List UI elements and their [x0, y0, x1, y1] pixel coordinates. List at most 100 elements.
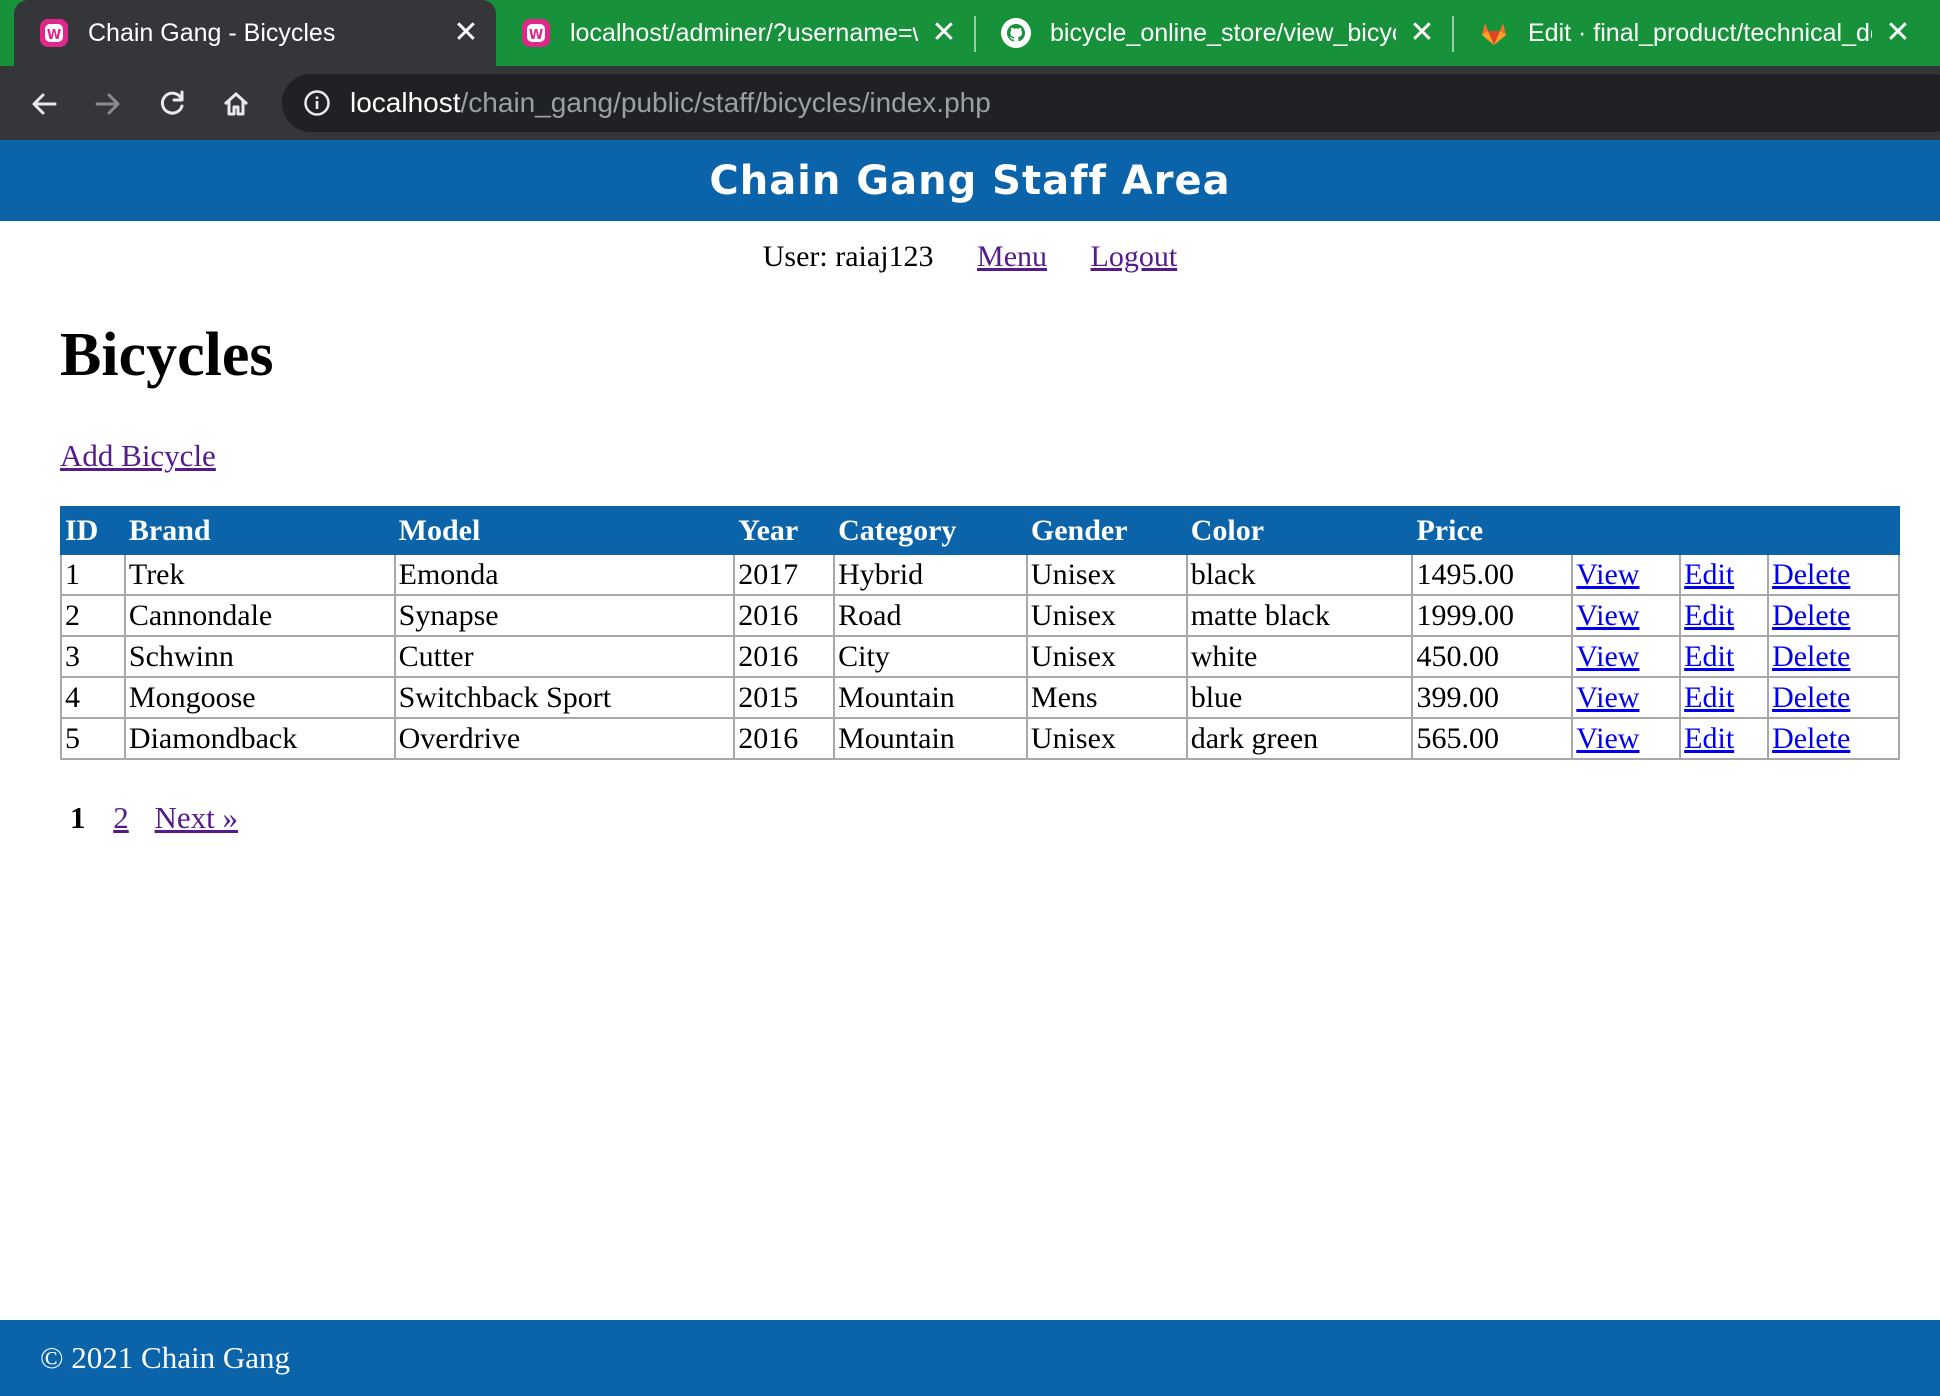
site-header: Chain Gang Staff Area: [0, 140, 1940, 221]
cell-brand: Mongoose: [123, 676, 396, 719]
cell-year: 2017: [733, 553, 836, 596]
cell-id: 2: [60, 594, 126, 637]
view-link[interactable]: View: [1576, 599, 1639, 632]
table-row: 2 Cannondale Synapse 2016 Road Unisex ma…: [60, 594, 1900, 637]
cell-color: black: [1185, 553, 1414, 596]
tab-title: Edit · final_product/technical_doc: [1528, 18, 1872, 47]
column-header-model: Model: [393, 506, 736, 555]
wamp-icon: W: [520, 17, 552, 49]
column-header-color: Color: [1185, 506, 1414, 555]
tab-title: localhost/adminer/?username=w: [570, 18, 918, 47]
cell-price: 565.00: [1411, 717, 1574, 760]
cell-price: 399.00: [1411, 676, 1574, 719]
edit-link[interactable]: Edit: [1684, 599, 1734, 632]
cell-gender: Unisex: [1025, 553, 1188, 596]
bicycles-table: ID Brand Model Year Category Gender Colo…: [60, 506, 1900, 760]
column-header-view: [1571, 506, 1682, 555]
add-bicycle-link[interactable]: Add Bicycle: [60, 438, 216, 474]
forward-arrow-icon[interactable]: [86, 82, 130, 126]
footer-copyright: © 2021 Chain Gang: [40, 1340, 290, 1375]
view-link[interactable]: View: [1576, 558, 1639, 591]
pagination-page-2[interactable]: 2: [113, 800, 129, 835]
cell-delete: Delete: [1767, 553, 1900, 596]
cell-model: Synapse: [393, 594, 736, 637]
cell-view: View: [1571, 717, 1682, 760]
column-header-year: Year: [733, 506, 836, 555]
delete-link[interactable]: Delete: [1772, 681, 1850, 714]
back-arrow-icon[interactable]: [22, 82, 66, 126]
column-header-category: Category: [833, 506, 1028, 555]
reload-icon[interactable]: [150, 82, 194, 126]
cell-year: 2016: [733, 594, 836, 637]
cell-category: Road: [833, 594, 1028, 637]
cell-id: 1: [60, 553, 126, 596]
edit-link[interactable]: Edit: [1684, 681, 1734, 714]
view-link[interactable]: View: [1576, 681, 1639, 714]
column-header-delete: [1767, 506, 1900, 555]
home-icon[interactable]: [214, 82, 258, 126]
close-icon[interactable]: ✕: [1884, 18, 1912, 48]
cell-category: Mountain: [833, 717, 1028, 760]
browser-toolbar: localhost/chain_gang/public/staff/bicycl…: [0, 66, 1940, 140]
cell-price: 1495.00: [1411, 553, 1574, 596]
address-bar[interactable]: localhost/chain_gang/public/staff/bicycl…: [282, 74, 1940, 132]
cell-year: 2016: [733, 635, 836, 678]
delete-link[interactable]: Delete: [1772, 640, 1850, 673]
cell-color: matte black: [1185, 594, 1414, 637]
url-host: localhost: [350, 87, 461, 118]
column-header-gender: Gender: [1025, 506, 1188, 555]
menu-link[interactable]: Menu: [977, 240, 1047, 273]
cell-edit: Edit: [1679, 594, 1770, 637]
delete-link[interactable]: Delete: [1772, 558, 1850, 591]
column-header-brand: Brand: [123, 506, 396, 555]
tab-gitlab[interactable]: Edit · final_product/technical_doc ✕: [1454, 0, 1928, 66]
cell-price: 450.00: [1411, 635, 1574, 678]
cell-model: Emonda: [393, 553, 736, 596]
edit-link[interactable]: Edit: [1684, 558, 1734, 591]
delete-link[interactable]: Delete: [1772, 722, 1850, 755]
tab-adminer[interactable]: W localhost/adminer/?username=w ✕: [496, 0, 974, 66]
table-row: 1 Trek Emonda 2017 Hybrid Unisex black 1…: [60, 553, 1900, 596]
cell-edit: Edit: [1679, 676, 1770, 719]
cell-edit: Edit: [1679, 717, 1770, 760]
cell-brand: Schwinn: [123, 635, 396, 678]
url-path: /chain_gang/public/staff/bicycles/index.…: [460, 87, 991, 118]
page-title: Bicycles: [60, 321, 274, 389]
cell-year: 2016: [733, 717, 836, 760]
browser-tab-strip: W Chain Gang - Bicycles ✕ W localhost/ad…: [0, 0, 1940, 66]
cell-gender: Mens: [1025, 676, 1188, 719]
svg-text:W: W: [47, 28, 61, 43]
delete-link[interactable]: Delete: [1772, 599, 1850, 632]
cell-view: View: [1571, 676, 1682, 719]
tab-title: Chain Gang - Bicycles: [88, 18, 336, 47]
cell-gender: Unisex: [1025, 635, 1188, 678]
wamp-icon: W: [38, 17, 70, 49]
close-icon[interactable]: ✕: [452, 18, 480, 48]
close-icon[interactable]: ✕: [1408, 18, 1436, 48]
cell-gender: Unisex: [1025, 717, 1188, 760]
view-link[interactable]: View: [1576, 722, 1639, 755]
edit-link[interactable]: Edit: [1684, 640, 1734, 673]
close-icon[interactable]: ✕: [930, 18, 958, 48]
tab-chain-gang-bicycles[interactable]: W Chain Gang - Bicycles ✕: [14, 0, 496, 66]
cell-color: dark green: [1185, 717, 1414, 760]
edit-link[interactable]: Edit: [1684, 722, 1734, 755]
cell-delete: Delete: [1767, 635, 1900, 678]
cell-price: 1999.00: [1411, 594, 1574, 637]
cell-model: Cutter: [393, 635, 736, 678]
view-link[interactable]: View: [1576, 640, 1639, 673]
pagination-current-page: 1: [70, 800, 86, 835]
site-title: Chain Gang Staff Area: [709, 157, 1231, 204]
tab-github[interactable]: bicycle_online_store/view_bicycle ✕: [976, 0, 1452, 66]
url-text: localhost/chain_gang/public/staff/bicycl…: [350, 87, 991, 119]
info-icon[interactable]: [302, 88, 332, 118]
cell-view: View: [1571, 594, 1682, 637]
table-row: 5 Diamondback Overdrive 2016 Mountain Un…: [60, 717, 1900, 760]
pagination: 1 2 Next »: [70, 800, 256, 836]
cell-brand: Cannondale: [123, 594, 396, 637]
cell-edit: Edit: [1679, 635, 1770, 678]
logout-link[interactable]: Logout: [1091, 240, 1178, 273]
cell-year: 2015: [733, 676, 836, 719]
pagination-next-link[interactable]: Next »: [155, 800, 239, 835]
column-header-edit: [1679, 506, 1770, 555]
